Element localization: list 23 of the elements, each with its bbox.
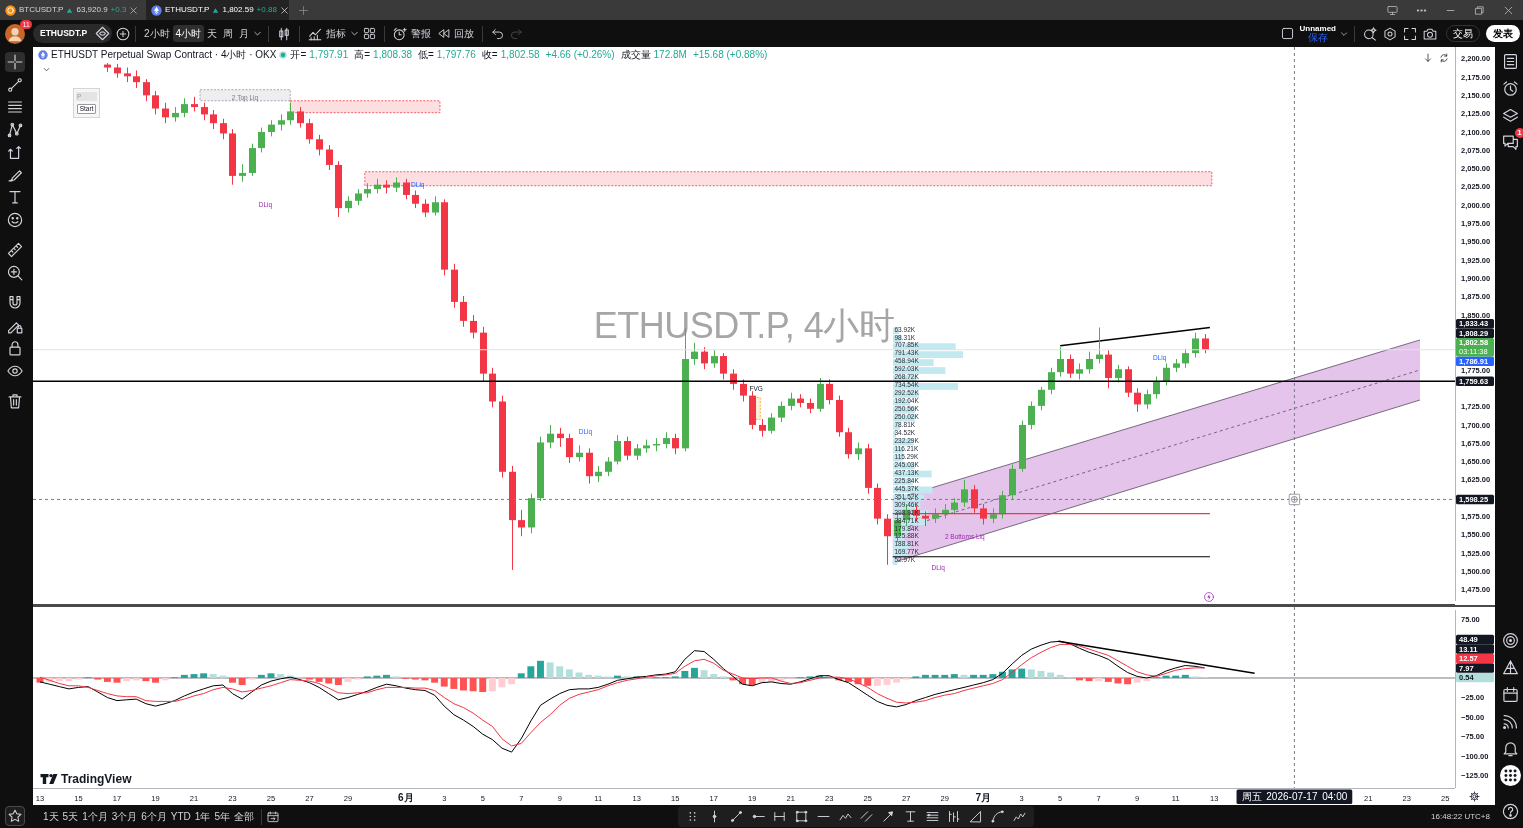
ohlc-label: 收= (481, 50, 498, 60)
tab-price: 1,802.59 (222, 5, 254, 15)
ohlc-value: 1,797.91 (309, 50, 349, 60)
volume-label-text: 成交量 (620, 50, 651, 60)
ohlc-value: 1,808.38 (373, 50, 412, 60)
ohlc-label: 高= (354, 50, 371, 60)
volume-value: 172.8M (653, 50, 687, 60)
save-status: 保存 (1307, 32, 1328, 43)
notification-badge: 1 (1514, 128, 1523, 138)
clock-text: 16:48:22 UTC+8 (1431, 811, 1491, 822)
symbol-watermark: ETHUSDT.P, 4小时 (593, 308, 895, 344)
tab-change: +0.3 (110, 5, 127, 15)
tab-price: 63,920.9 (76, 5, 108, 15)
ohlc-value: 1,802.58 (500, 50, 540, 60)
tab-change: +0.88 (256, 5, 277, 15)
price-change: +4.66 (+0.26%) (545, 50, 615, 60)
symbol-title: ETHUSDT Perpetual Swap Contract · 4小时 · OKX (51, 50, 277, 60)
ohlc-value: 1,797.76 (436, 50, 476, 60)
ohlc-label: 开= (290, 50, 307, 60)
ohlc-label: 低= (418, 50, 434, 60)
volume-change: +15.68 (+0.88%) (692, 50, 768, 60)
tab-title: BTCUSDT.P (19, 5, 64, 15)
tab-title: ETHUSDT.P (165, 5, 210, 15)
